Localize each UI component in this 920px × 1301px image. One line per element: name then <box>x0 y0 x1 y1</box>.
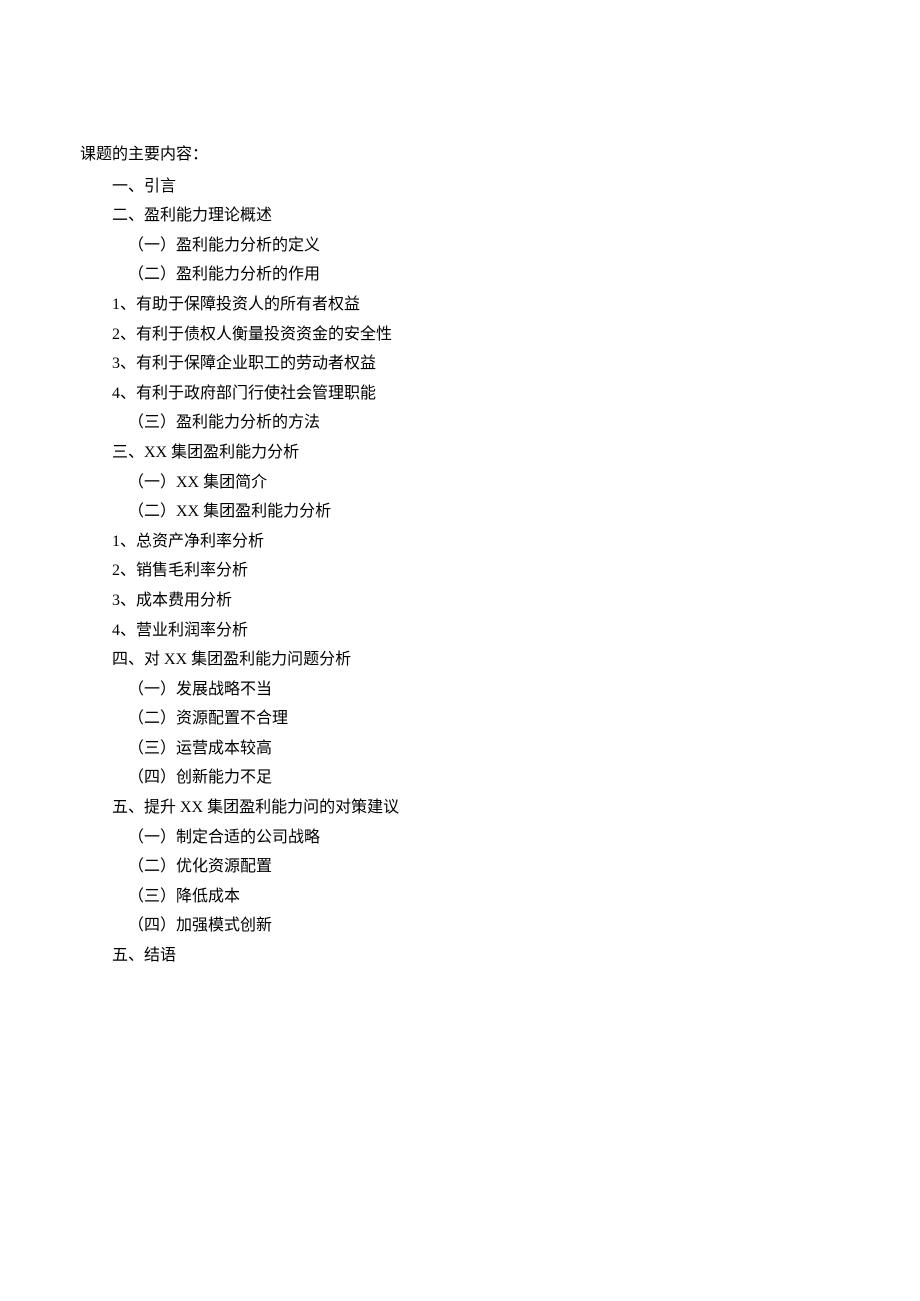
outline-item: 1、有助于保障投资人的所有者权益 <box>80 290 840 320</box>
outline-item: 3、成本费用分析 <box>80 586 840 616</box>
outline-item: （二）XX 集团盈利能力分析 <box>80 497 840 527</box>
outline-item: 3、有利于保障企业职工的劳动者权益 <box>80 349 840 379</box>
outline-item: 二、盈利能力理论概述 <box>80 201 840 231</box>
outline-item: （一）制定合适的公司战略 <box>80 823 840 853</box>
outline-item: （一）XX 集团简介 <box>80 468 840 498</box>
outline-item: 2、有利于债权人衡量投资资金的安全性 <box>80 320 840 350</box>
outline-item: 2、销售毛利率分析 <box>80 556 840 586</box>
outline-item: 1、总资产净利率分析 <box>80 527 840 557</box>
outline-item: 四、对 XX 集团盈利能力问题分析 <box>80 645 840 675</box>
outline-item: 一、引言 <box>80 172 840 202</box>
outline-item: （二）优化资源配置 <box>80 852 840 882</box>
outline-item: 五、结语 <box>80 941 840 971</box>
outline-item: 4、营业利润率分析 <box>80 616 840 646</box>
document-title: 课题的主要内容： <box>80 140 840 170</box>
outline-item: （三）运营成本较高 <box>80 734 840 764</box>
outline-item: （三）降低成本 <box>80 882 840 912</box>
outline-item: 4、有利于政府部门行使社会管理职能 <box>80 379 840 409</box>
outline-item: （一）盈利能力分析的定义 <box>80 231 840 261</box>
document-content: 课题的主要内容： 一、引言 二、盈利能力理论概述 （一）盈利能力分析的定义 （二… <box>80 140 840 971</box>
outline-item: （二）盈利能力分析的作用 <box>80 260 840 290</box>
outline-item: （二）资源配置不合理 <box>80 704 840 734</box>
outline-item: 五、提升 XX 集团盈利能力问的对策建议 <box>80 793 840 823</box>
outline-item: （一）发展战略不当 <box>80 675 840 705</box>
outline-item: 三、XX 集团盈利能力分析 <box>80 438 840 468</box>
outline-item: （四）加强模式创新 <box>80 911 840 941</box>
outline-item: （三）盈利能力分析的方法 <box>80 408 840 438</box>
outline-item: （四）创新能力不足 <box>80 763 840 793</box>
